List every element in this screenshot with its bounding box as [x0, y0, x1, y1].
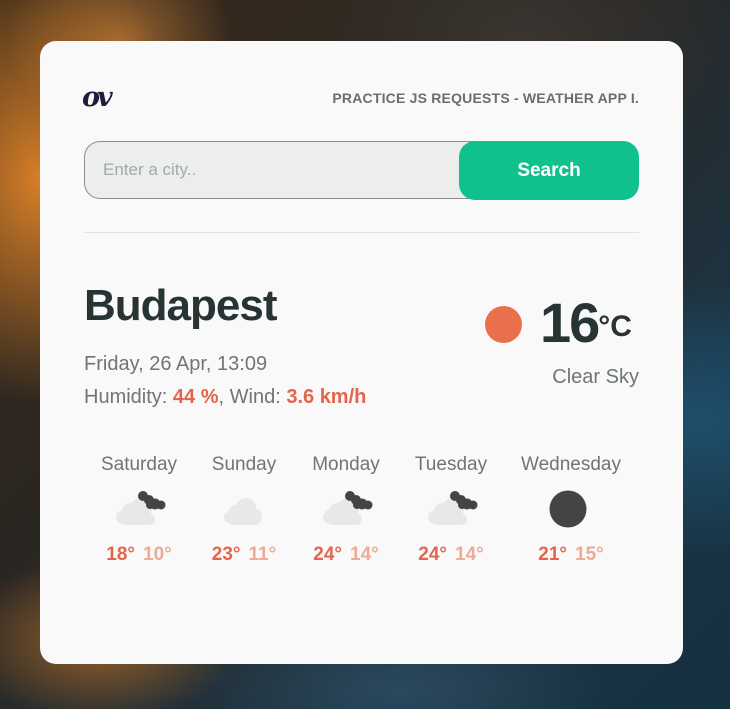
city-search-input[interactable]	[84, 141, 478, 199]
wind-label: , Wind:	[218, 386, 281, 408]
humidity-label: Humidity:	[84, 386, 168, 408]
forecast-low: 10°	[143, 544, 172, 565]
wind-value: 3.6 km/h	[286, 386, 367, 408]
forecast-day: Sunday 23° 11°	[204, 454, 284, 566]
forecast-day-name: Monday	[312, 454, 380, 475]
divider	[84, 232, 639, 233]
moon-icon	[541, 486, 601, 530]
weather-condition: Clear Sky	[552, 366, 639, 388]
cloud-dark-icon	[421, 486, 481, 530]
logo: ov	[82, 82, 113, 113]
forecast-high: 23°	[211, 544, 241, 565]
forecast-high: 24°	[418, 544, 447, 565]
humidity-value: 44 %	[172, 386, 219, 408]
weather-card: ov PRACTICE JS REQUESTS - WEATHER APP I.…	[40, 41, 683, 664]
cloud-icon	[214, 486, 274, 530]
forecast-day-name: Wednesday	[521, 454, 621, 475]
cloud-dark-icon	[109, 486, 169, 530]
weather-details: Humidity: 44 %, Wind: 3.6 km/h	[84, 386, 366, 409]
city-name: Budapest	[84, 281, 277, 330]
temperature-value: 16	[540, 291, 600, 354]
app-title: PRACTICE JS REQUESTS - WEATHER APP I.	[332, 90, 639, 106]
forecast-day: Wednesday 21° 15°	[514, 454, 628, 566]
forecast-day: Tuesday 24° 14°	[408, 454, 494, 566]
forecast-day-name: Tuesday	[414, 454, 488, 475]
forecast-low: 14°	[455, 544, 484, 565]
forecast-high: 18°	[106, 544, 135, 565]
forecast-low: 11°	[248, 544, 277, 565]
search-button[interactable]: Search	[459, 141, 639, 200]
current-temperature: 16°C	[540, 291, 632, 355]
forecast-day: Monday 24° 14°	[306, 454, 386, 566]
temperature-unit: °C	[598, 310, 632, 343]
forecast-day-name: Saturday	[100, 454, 178, 475]
cloud-dark-icon	[316, 486, 376, 530]
forecast-low: 14°	[350, 544, 379, 565]
sun-icon	[485, 306, 522, 343]
forecast-high: 21°	[538, 544, 567, 565]
forecast-low: 15°	[575, 544, 604, 565]
current-datetime: Friday, 26 Apr, 13:09	[84, 353, 268, 375]
forecast-list: Saturday 18° 10° Sunday 23° 11° Monday 2…	[84, 454, 639, 584]
forecast-day-name: Sunday	[211, 454, 277, 475]
forecast-day: Saturday 18° 10°	[94, 454, 184, 566]
forecast-high: 24°	[313, 544, 342, 565]
